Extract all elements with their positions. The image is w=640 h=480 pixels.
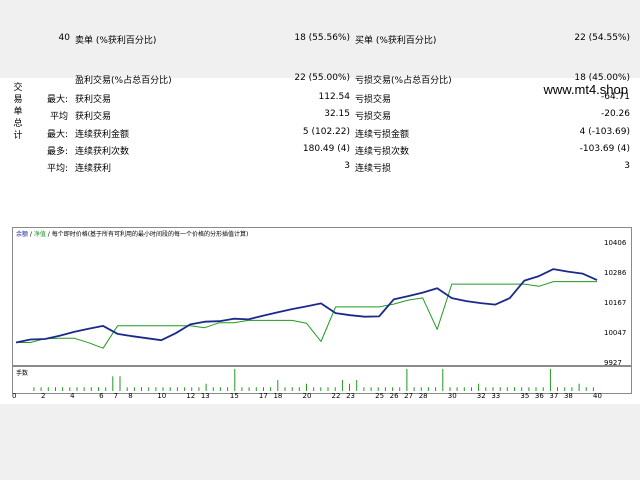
x-tick-label: 27 (404, 392, 414, 400)
x-tick-label: 6 (99, 392, 104, 400)
x-tick-label: 15 (229, 392, 239, 400)
equity-line (16, 281, 597, 349)
y-tick-label: 9927 (604, 359, 622, 367)
x-tick-label: 17 (258, 392, 268, 400)
x-tick-label: 28 (418, 392, 428, 400)
x-tick-label: 32 (476, 392, 486, 400)
y-tick-label: 10167 (604, 298, 627, 307)
x-tick-label: 7 (113, 392, 119, 400)
chart-svg (15, 268, 598, 391)
x-tick-label: 36 (534, 392, 544, 400)
y-tick-label: 10047 (604, 328, 627, 337)
x-tick-label: 2 (41, 392, 46, 400)
y-tick-label: 10286 (604, 269, 627, 278)
x-tick-label: 35 (520, 392, 530, 400)
x-tick-label: 37 (549, 392, 559, 400)
x-tick-label: 8 (128, 392, 133, 400)
x-tick-label: 22 (331, 392, 341, 400)
x-tick-label: 26 (389, 392, 399, 400)
x-tick-label: 30 (447, 392, 457, 400)
balance-line (15, 268, 598, 344)
x-tick-label: 20 (302, 392, 312, 400)
x-tick-label: 12 (186, 392, 196, 400)
x-tick-label: 33 (491, 392, 501, 400)
y-tick-label: 10406 (604, 239, 627, 247)
x-tick-label: 18 (273, 392, 283, 400)
x-tick-label: 0 (12, 392, 17, 400)
x-tick-label: 10 (157, 392, 167, 400)
x-tick-label: 23 (346, 392, 355, 400)
x-tick-label: 13 (200, 392, 210, 400)
x-tick-label: 38 (563, 392, 573, 400)
x-tick-label: 40 (593, 392, 602, 400)
x-tick-label: 25 (375, 392, 385, 400)
x-tick-label: 4 (70, 392, 75, 400)
